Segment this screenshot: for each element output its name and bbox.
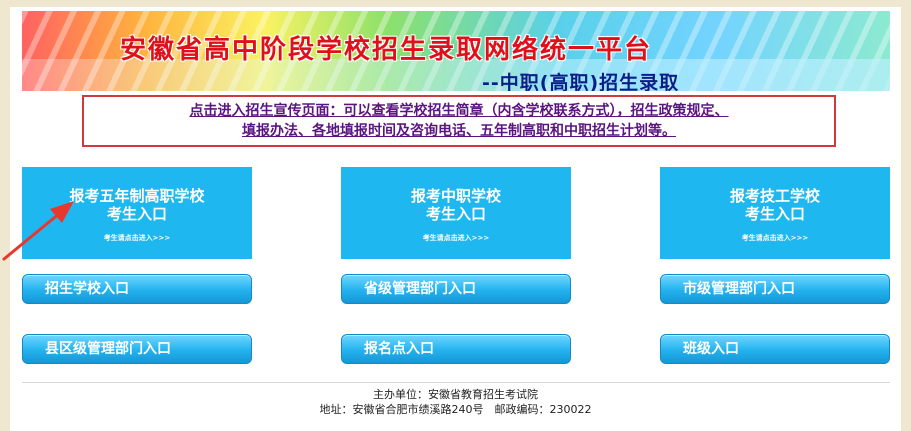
registration-point-entry-button[interactable]: 报名点入口 [341, 334, 571, 364]
banner-title: 安徽省高中阶段学校招生录取网络统一平台 [120, 35, 653, 65]
card-technical-school[interactable]: 报考技工学校 考生入口 考生请点击进入>>> [660, 167, 890, 259]
footer-divider [22, 382, 890, 383]
footer: 主办单位：安徽省教育招生考试院 地址：安徽省合肥市绩溪路240号 邮政编码：23… [10, 387, 901, 417]
banner-subtitle: --中职(高职)招生录取 [482, 72, 680, 91]
county-admin-entry-button[interactable]: 县区级管理部门入口 [22, 334, 252, 364]
school-entry-button[interactable]: 招生学校入口 [22, 274, 252, 304]
provincial-admin-entry-button[interactable]: 省级管理部门入口 [341, 274, 571, 304]
pointer-arrow-icon [2, 201, 74, 261]
card-title: 报考中职学校 [410, 187, 501, 205]
card-subtitle: 考生入口 [744, 205, 805, 223]
city-admin-entry-button[interactable]: 市级管理部门入口 [660, 274, 890, 304]
card-hint: 考生请点击进入>>> [741, 234, 809, 242]
notice-link-line2[interactable]: 填报办法、各地填报时间及咨询电话、五年制高职和中职招生计划等。 [84, 121, 834, 141]
notice-box: 点击进入招生宣传页面：可以查看学校招生简章（内含学校联系方式），招生政策规定、 … [82, 95, 836, 147]
header-banner: 安徽省高中阶段学校招生录取网络统一平台 --中职(高职)招生录取 [22, 11, 890, 91]
card-secondary-vocational[interactable]: 报考中职学校 考生入口 考生请点击进入>>> [341, 167, 571, 259]
footer-organizer: 主办单位：安徽省教育招生考试院 [373, 388, 538, 401]
card-subtitle: 考生入口 [425, 205, 486, 223]
page-frame: 安徽省高中阶段学校招生录取网络统一平台 --中职(高职)招生录取 点击进入招生宣… [10, 7, 901, 431]
card-hint: 考生请点击进入>>> [422, 234, 490, 242]
notice-link-line1[interactable]: 点击进入招生宣传页面：可以查看学校招生简章（内含学校联系方式），招生政策规定、 [84, 101, 834, 121]
footer-address: 地址：安徽省合肥市绩溪路240号 邮政编码：230022 [319, 403, 592, 416]
card-title: 报考技工学校 [729, 187, 820, 205]
class-entry-button[interactable]: 班级入口 [660, 334, 890, 364]
